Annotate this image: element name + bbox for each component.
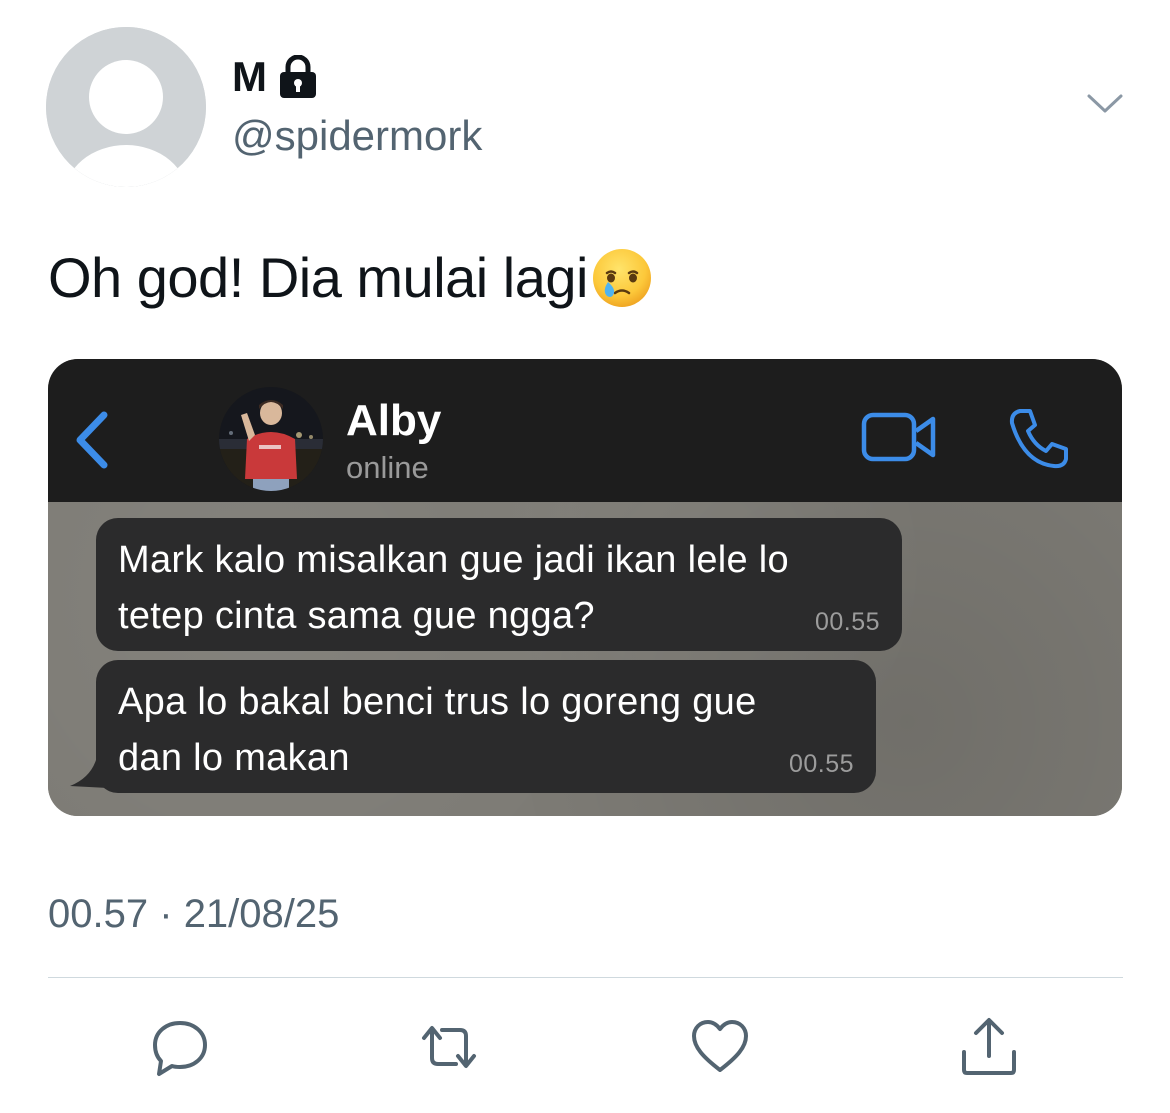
chevron-down-icon[interactable] <box>1086 92 1124 116</box>
chat-header: Alby online <box>48 359 1122 502</box>
message-text: Mark kalo misalkan gue jadi ikan lele lo… <box>118 539 789 637</box>
contact-status: online <box>346 450 429 485</box>
divider <box>48 977 1123 978</box>
phone-icon <box>1009 409 1068 469</box>
author-avatar[interactable] <box>46 27 206 187</box>
tweet-timestamp[interactable]: 00.57 · 21/08/25 <box>48 888 339 940</box>
retweet-button[interactable] <box>418 1016 480 1078</box>
chat-body: Mark kalo misalkan gue jadi ikan lele lo… <box>48 502 1122 816</box>
tweet-text-content: Oh god! Dia mulai lagi <box>48 246 588 309</box>
reply-icon <box>153 1021 207 1076</box>
contact-avatar <box>219 387 323 491</box>
meta-separator: · <box>159 892 173 936</box>
message-bubble: Apa lo bakal benci trus lo goreng gue da… <box>96 660 876 793</box>
video-camera-icon <box>861 412 936 462</box>
tweet-time: 00.57 <box>48 892 149 936</box>
chevron-left-icon <box>76 411 108 469</box>
author-handle[interactable]: @spidermork <box>232 110 482 162</box>
message-time: 00.55 <box>788 750 854 778</box>
tweet-text: Oh god! Dia mulai lagi <box>48 242 654 314</box>
message-time: 00.55 <box>814 608 880 636</box>
message-text: Apa lo bakal benci trus lo goreng gue da… <box>118 681 757 779</box>
tweet-media-image[interactable]: Alby online Mark kalo misalkan gue jadi … <box>48 359 1122 816</box>
share-icon <box>962 1018 1016 1075</box>
default-avatar-icon <box>46 27 206 187</box>
reply-button[interactable] <box>149 1016 211 1078</box>
tweet-date: 21/08/25 <box>183 892 340 936</box>
lock-icon <box>280 55 316 98</box>
contact-photo <box>219 387 323 491</box>
face-holding-back-tears-icon <box>592 249 651 307</box>
author-display-name[interactable]: M <box>232 52 267 102</box>
contact-name: Alby <box>346 396 442 445</box>
message-bubble: Mark kalo misalkan gue jadi ikan lele lo… <box>96 518 902 651</box>
heart-icon <box>692 1020 748 1072</box>
author-display-name-row[interactable]: M <box>232 52 319 102</box>
like-button[interactable] <box>689 1016 751 1078</box>
retweet-icon <box>422 1026 476 1068</box>
bubble-tail <box>70 760 108 788</box>
share-button[interactable] <box>958 1016 1020 1078</box>
